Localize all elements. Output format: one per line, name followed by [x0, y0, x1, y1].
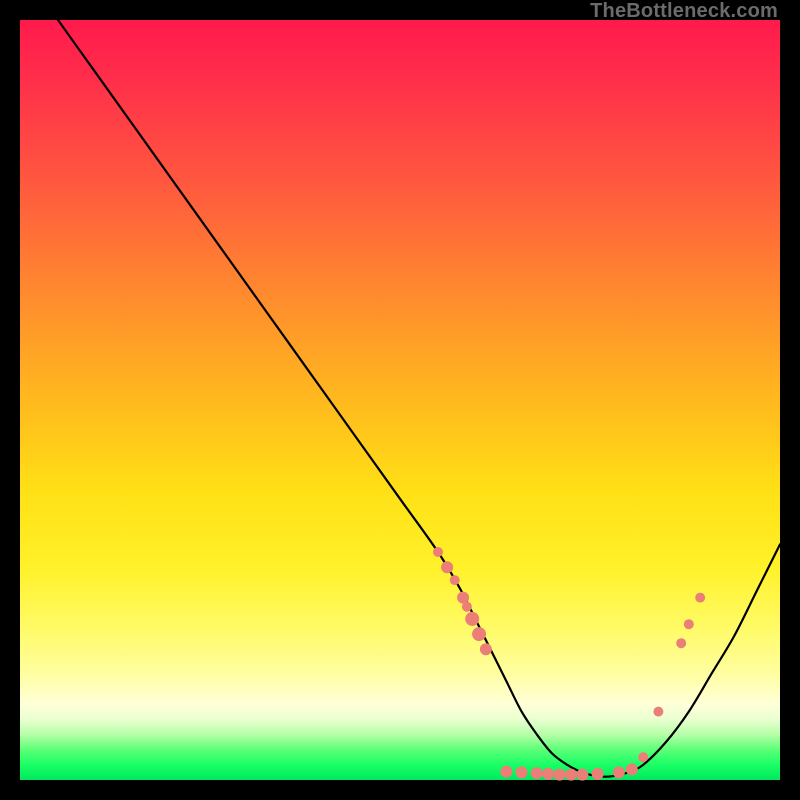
- chart-frame: [20, 20, 780, 780]
- data-marker: [613, 766, 625, 778]
- data-marker: [441, 561, 453, 573]
- data-marker: [684, 619, 694, 629]
- data-marker: [472, 627, 486, 641]
- data-marker: [592, 768, 604, 780]
- bottleneck-curve-path: [58, 20, 780, 777]
- data-marker: [433, 547, 443, 557]
- data-marker: [500, 766, 512, 778]
- data-marker: [638, 752, 648, 762]
- data-marker: [465, 612, 479, 626]
- data-marker: [480, 643, 492, 655]
- data-marker: [554, 769, 566, 781]
- data-marker: [542, 768, 554, 780]
- data-marker: [676, 638, 686, 648]
- data-marker: [516, 766, 528, 778]
- data-marker: [576, 769, 588, 781]
- data-markers: [433, 547, 705, 781]
- data-marker: [531, 767, 543, 779]
- data-marker: [565, 769, 577, 781]
- bottleneck-curve-svg: [20, 20, 780, 780]
- data-marker: [653, 707, 663, 717]
- data-marker: [462, 602, 472, 612]
- data-marker: [695, 593, 705, 603]
- data-marker: [626, 763, 638, 775]
- data-marker: [450, 575, 460, 585]
